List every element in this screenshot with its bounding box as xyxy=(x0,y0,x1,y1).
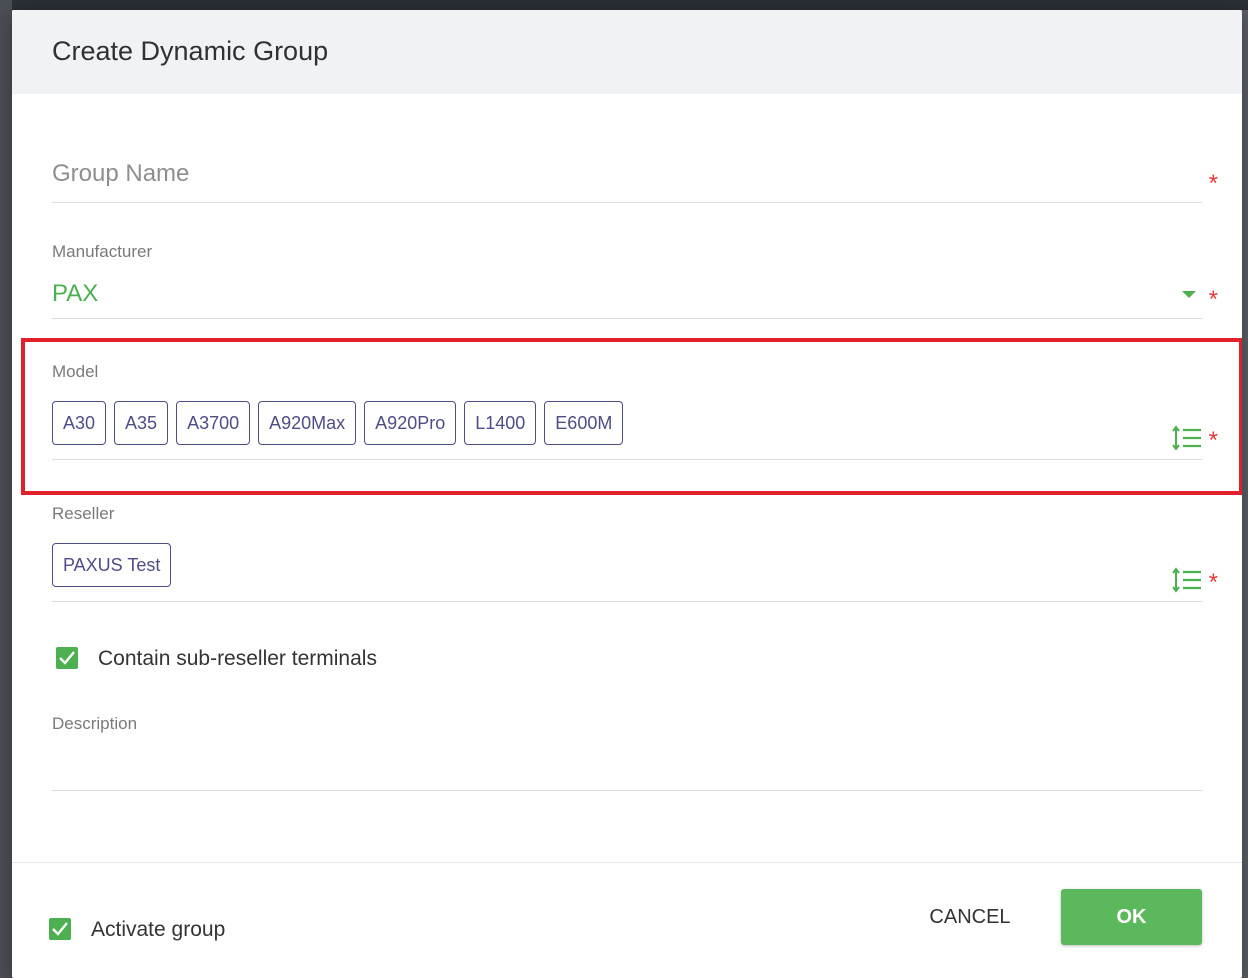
create-dynamic-group-dialog: Create Dynamic Group Group Name * Manufa… xyxy=(12,10,1242,978)
checkmark-icon xyxy=(59,651,75,665)
required-asterisk: * xyxy=(1208,569,1218,596)
model-chip[interactable]: A920Pro xyxy=(364,401,457,445)
sub-reseller-checkbox[interactable] xyxy=(56,647,78,669)
model-chip[interactable]: A3700 xyxy=(176,401,251,445)
manufacturer-select[interactable]: PAX xyxy=(52,280,98,308)
activate-group-checkbox[interactable] xyxy=(49,918,71,940)
footer-divider xyxy=(12,862,1242,863)
required-asterisk: * xyxy=(1208,427,1218,454)
list-sort-icon[interactable] xyxy=(1172,425,1202,451)
model-chip-list: A30 A35 A3700 A920Max A920Pro L1400 E600… xyxy=(52,401,624,445)
model-chip[interactable]: A920Max xyxy=(258,401,357,445)
manufacturer-underline xyxy=(52,318,1202,319)
group-name-field[interactable]: Group Name * xyxy=(52,160,1218,204)
required-asterisk: * xyxy=(1208,170,1218,197)
group-name-input[interactable]: Group Name xyxy=(52,160,1202,188)
model-underline xyxy=(52,459,1202,460)
backdrop-top xyxy=(0,0,1248,10)
reseller-chip-list: PAXUS Test xyxy=(52,543,172,587)
reseller-underline xyxy=(52,601,1202,602)
ok-button[interactable]: OK xyxy=(1061,889,1202,945)
dialog-header: Create Dynamic Group xyxy=(12,10,1242,94)
reseller-label: Reseller xyxy=(52,504,115,523)
model-label: Model xyxy=(52,362,99,381)
model-chip[interactable]: E600M xyxy=(544,401,624,445)
manufacturer-field[interactable]: Manufacturer PAX * xyxy=(52,242,1218,320)
description-underline xyxy=(52,790,1202,791)
list-sort-icon[interactable] xyxy=(1172,567,1202,593)
activate-group-label: Activate group xyxy=(91,918,226,941)
reseller-field: Reseller PAXUS Test * xyxy=(52,504,1218,604)
description-input[interactable] xyxy=(52,744,1202,788)
triangle-down-icon[interactable] xyxy=(1182,291,1196,298)
checkmark-icon xyxy=(52,922,68,936)
model-chip[interactable]: L1400 xyxy=(464,401,537,445)
model-chip[interactable]: A35 xyxy=(114,401,169,445)
description-label: Description xyxy=(52,714,138,733)
manufacturer-label: Manufacturer xyxy=(52,242,153,261)
group-name-underline xyxy=(52,202,1202,203)
cancel-button[interactable]: CANCEL xyxy=(910,900,1030,934)
required-asterisk: * xyxy=(1208,286,1218,313)
description-field[interactable]: Description xyxy=(52,714,1202,794)
backdrop-left xyxy=(0,0,12,978)
dialog-title: Create Dynamic Group xyxy=(52,36,329,66)
sub-reseller-label: Contain sub-reseller terminals xyxy=(98,647,377,670)
reseller-chip[interactable]: PAXUS Test xyxy=(52,543,172,587)
model-chip[interactable]: A30 xyxy=(52,401,107,445)
model-field: Model A30 A35 A3700 A920Max A920Pro L140… xyxy=(52,362,1218,462)
